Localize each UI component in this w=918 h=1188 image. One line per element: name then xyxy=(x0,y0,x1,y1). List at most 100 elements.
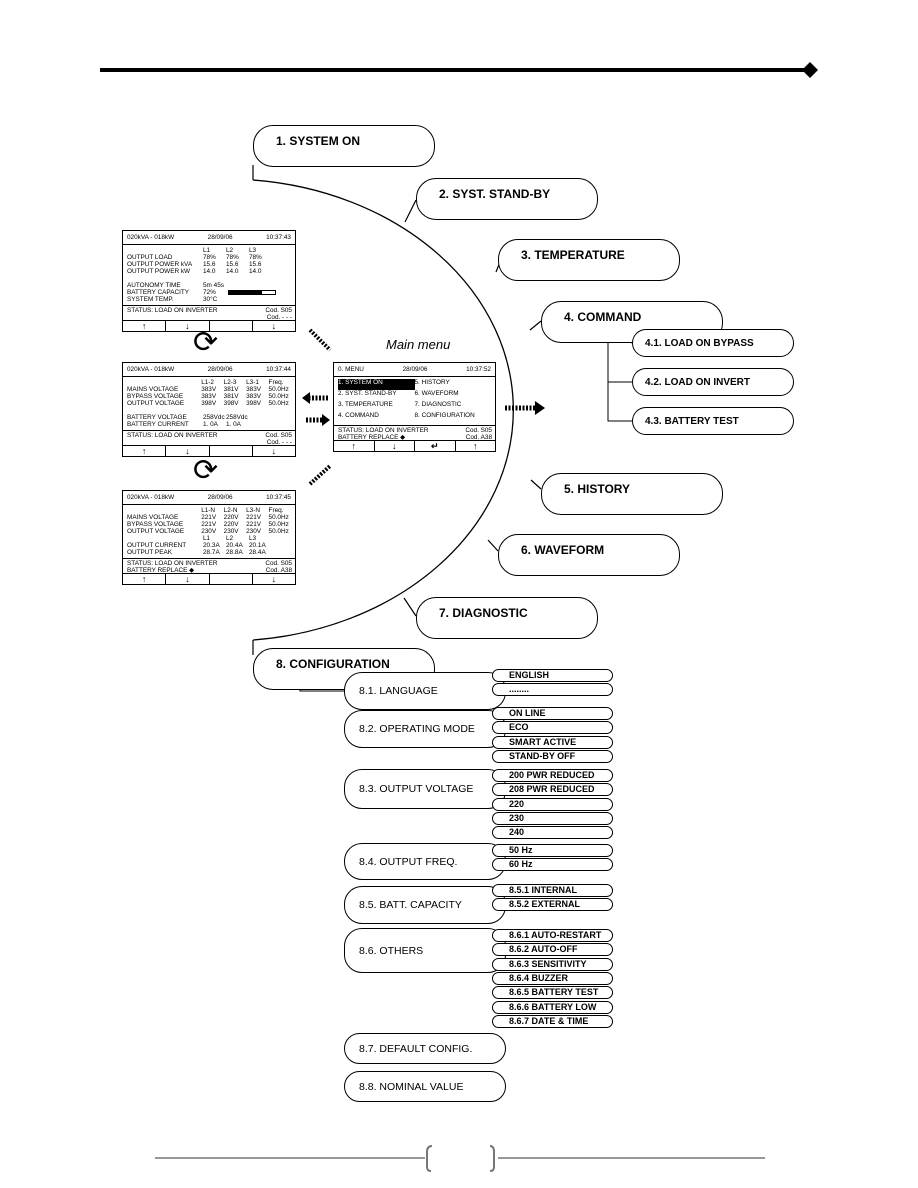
config-option[interactable]: 240 xyxy=(492,826,613,840)
button-down[interactable]: ↓ xyxy=(166,446,210,456)
status-code: Cod. S05 xyxy=(465,427,492,434)
menu-item-label: 6. WAVEFORM xyxy=(521,543,605,557)
command-sub-item[interactable]: 4.1. LOAD ON BYPASS xyxy=(632,329,794,357)
menu-item-label: 2. SYST. STAND-BY xyxy=(439,187,551,201)
button-down[interactable]: ↓ xyxy=(253,574,295,584)
menu-item-2[interactable]: 2. SYST. STAND-BY xyxy=(416,178,598,220)
config-option[interactable]: 8.6.7 DATE & TIME xyxy=(492,1014,613,1028)
button-up[interactable]: ↑ xyxy=(123,574,167,584)
config-option[interactable]: 8.6.5 BATTERY TEST xyxy=(492,986,613,1000)
lcd-header-text: 10:37:45 xyxy=(266,494,291,501)
command-sub-item[interactable]: 4.2. LOAD ON INVERT xyxy=(632,368,794,396)
cycle-icon: ⟳ xyxy=(193,454,219,487)
button-blank[interactable] xyxy=(210,446,253,456)
config-option[interactable]: 8.5.1 INTERNAL xyxy=(492,884,613,897)
config-item[interactable]: 8.7. DEFAULT CONFIG. xyxy=(344,1033,506,1064)
button-blank[interactable] xyxy=(210,321,253,331)
config-option[interactable]: 8.6.1 AUTO-RESTART xyxy=(492,929,613,942)
lcd-cell: 15.6 xyxy=(226,261,239,268)
config-option[interactable]: 208 PWR REDUCED xyxy=(492,783,613,797)
lcd-cell xyxy=(127,379,201,386)
button-down[interactable]: ↓ xyxy=(166,321,210,331)
lcd-cell: L3 xyxy=(249,247,257,254)
battery-capacity-fill xyxy=(229,291,263,294)
button-up[interactable]: ↑ xyxy=(123,446,167,456)
lcd-cell: 50.0Hz xyxy=(268,386,289,393)
config-item[interactable]: 8.4. OUTPUT FREQ. xyxy=(344,843,506,880)
lcd-row[interactable]: 2. SYST. STAND-BY 6. WAVEFORM xyxy=(338,390,491,401)
button-down[interactable]: ↓ xyxy=(253,446,295,456)
command-sub-item[interactable]: 4.3. BATTERY TEST xyxy=(632,407,794,435)
button-up[interactable]: ↑ xyxy=(123,321,167,331)
config-option[interactable]: 8.6.6 BATTERY LOW xyxy=(492,1000,613,1014)
lcd-cell: 5. HISTORY xyxy=(414,379,450,386)
lcd-cell: BYPASS VOLTAGE xyxy=(127,393,184,400)
config-item[interactable]: 8.2. OPERATING MODE xyxy=(344,710,506,748)
lcd-cell: L3 xyxy=(249,535,257,542)
config-item[interactable]: 8.5. BATT. CAPACITY xyxy=(344,886,506,924)
button-up[interactable]: ↑ xyxy=(334,441,375,451)
status-codes: Cod. S05 Cod. - - - xyxy=(265,307,292,321)
config-option[interactable]: 8.6.4 BUZZER xyxy=(492,971,613,985)
lcd-row[interactable]: 1. SYSTEM ON 5. HISTORY xyxy=(338,379,491,390)
menu-item-label: 8. CONFIGURATION xyxy=(276,657,390,671)
config-option[interactable]: ........ xyxy=(492,683,613,697)
lcd-cell: 20.4A xyxy=(226,542,243,549)
config-option[interactable]: ENGLISH xyxy=(492,669,613,682)
config-option[interactable]: 220 xyxy=(492,797,613,811)
config-option[interactable]: 8.6.3 SENSITIVITY xyxy=(492,957,613,971)
lcd-header-text: 0. MENU xyxy=(338,366,364,373)
config-item[interactable]: 8.8. NOMINAL VALUE xyxy=(344,1071,506,1102)
lcd-cell: 230V xyxy=(246,528,262,535)
diamond-icon xyxy=(802,62,818,78)
button-blank[interactable] xyxy=(210,574,253,584)
config-item[interactable]: 8.6. OTHERS xyxy=(344,928,506,973)
config-option[interactable]: STAND-BY OFF xyxy=(492,749,613,763)
config-option[interactable]: ECO xyxy=(492,721,613,735)
status-code: Cod. S05 xyxy=(265,307,292,314)
menu-item-5[interactable]: 5. HISTORY xyxy=(541,473,723,515)
lcd-header-text: 10:37:43 xyxy=(266,234,291,241)
lcd-cell: 383V xyxy=(246,386,262,393)
lcd-cell: BYPASS VOLTAGE xyxy=(127,521,184,528)
arrow-down-icon: ↓ xyxy=(185,446,190,456)
config-item[interactable]: 8.3. OUTPUT VOLTAGE xyxy=(344,769,506,809)
main-menu-title: Main menu xyxy=(386,337,451,352)
lcd-row[interactable]: 3. TEMPERATURE 7. DIAGNOSTIC xyxy=(338,401,491,412)
menu-item-6[interactable]: 6. WAVEFORM xyxy=(498,534,680,576)
lcd-cell: AUTONOMY TIME xyxy=(127,282,181,289)
menu-item-1[interactable]: 1. SYSTEM ON xyxy=(253,125,435,167)
lcd-cell: SYSTEM TEMP. xyxy=(127,296,174,303)
config-item[interactable]: 8.1. LANGUAGE xyxy=(344,672,506,710)
button-down[interactable]: ↓ xyxy=(253,321,295,331)
lcd-row: BATTERY CAPACITY 72% xyxy=(127,289,291,296)
config-option[interactable]: 230 xyxy=(492,811,613,825)
button-up[interactable]: ↑ xyxy=(456,441,496,451)
config-option[interactable]: 50 Hz xyxy=(492,844,613,857)
lcd-header-text: 28/09/06 xyxy=(207,234,233,241)
lcd-cell: 14.0 xyxy=(226,268,239,275)
lcd-cell: L2-3 xyxy=(223,379,237,386)
config-option[interactable]: SMART ACTIVE xyxy=(492,735,613,749)
menu-item-3[interactable]: 3. TEMPERATURE xyxy=(498,239,680,281)
config-option[interactable]: ON LINE xyxy=(492,707,613,720)
config-option[interactable]: 8.6.2 AUTO-OFF xyxy=(492,943,613,957)
button-down[interactable]: ↓ xyxy=(375,441,415,451)
config-item-label: 8.7. DEFAULT CONFIG. xyxy=(359,1042,473,1055)
button-down[interactable]: ↓ xyxy=(166,574,210,584)
lcd-row: OUTPUT PEAK 28.7A 28.8A 28.4A xyxy=(127,549,291,556)
arrow-head xyxy=(302,392,310,404)
config-option[interactable]: 8.5.2 EXTERNAL xyxy=(492,898,613,912)
menu-item-7[interactable]: 7. DIAGNOSTIC xyxy=(416,597,598,639)
lcd-row: OUTPUT VOLTAGE 230V 230V 230V 50.0Hz xyxy=(127,528,291,535)
lcd-cell: MAINS VOLTAGE xyxy=(127,386,179,393)
button-enter[interactable]: ↵ xyxy=(415,441,456,451)
lcd-buttons: ↑ ↓ ↓ xyxy=(123,321,295,331)
lcd-header: 020kVA - 018kW 28/09/06 10:37:44 xyxy=(123,363,295,377)
lcd-row[interactable]: 4. COMMAND 8. CONFIGURATION xyxy=(338,412,491,423)
lcd-cell: 398V xyxy=(223,400,239,407)
config-option[interactable]: 200 PWR REDUCED xyxy=(492,769,613,782)
arrow-up-icon: ↑ xyxy=(351,441,357,451)
status-code: Cod. A38 xyxy=(265,567,292,574)
config-option[interactable]: 60 Hz xyxy=(492,858,613,872)
